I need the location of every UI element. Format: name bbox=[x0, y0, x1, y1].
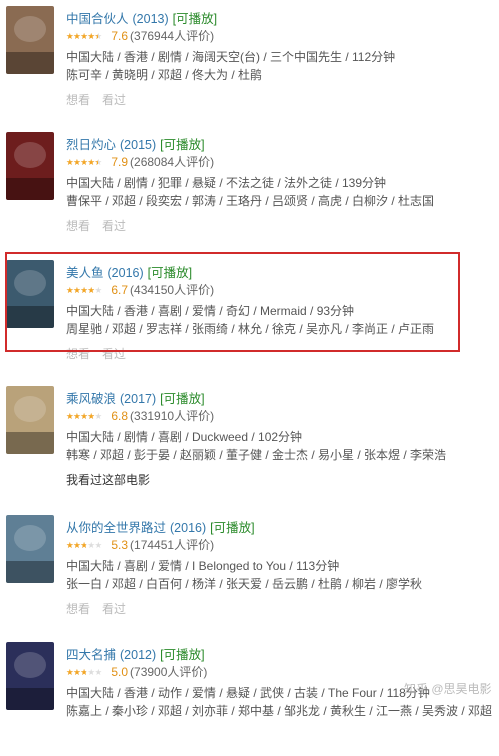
movie-actions: 想看 看过 bbox=[66, 217, 138, 234]
rating-score: 6.8 bbox=[111, 409, 129, 423]
poster-band bbox=[6, 432, 54, 454]
poster-shine bbox=[14, 16, 46, 42]
poster-shine bbox=[14, 525, 46, 551]
stars-filled: ★★★★★ bbox=[66, 156, 98, 167]
movie-title-link[interactable]: 中国合伙人 bbox=[66, 12, 129, 26]
poster-band bbox=[6, 688, 54, 710]
rating-row: ★★★★★ ★★★★★ 5.0(73900人评价) bbox=[66, 663, 207, 680]
movie-meta-line2: 陈嘉上 / 秦小珍 / 邓超 / 刘亦菲 / 郑中基 / 邹兆龙 / 黄秋生 /… bbox=[66, 704, 493, 718]
want-to-watch-link[interactable]: 想看 bbox=[66, 219, 90, 233]
movie-poster[interactable] bbox=[6, 6, 54, 74]
rating-stars: ★★★★★ ★★★★★ bbox=[66, 410, 106, 422]
movie-title-link[interactable]: 从你的全世界路过 bbox=[66, 521, 166, 535]
playable-badge[interactable]: [可播放] bbox=[160, 648, 204, 662]
poster-shine bbox=[14, 652, 46, 678]
movie-meta-line2: 张一白 / 邓超 / 白百何 / 杨洋 / 张天爱 / 岳云鹏 / 杜鹃 / 柳… bbox=[66, 577, 423, 591]
rating-score: 7.6 bbox=[111, 29, 129, 43]
rating-row: ★★★★★ ★★★★★ 5.3(174451人评价) bbox=[66, 536, 214, 553]
title-row: 烈日灼心 (2015) [可播放] bbox=[66, 134, 205, 153]
movie-meta-line1: 中国大陆 / 剧情 / 犯罪 / 悬疑 / 不法之徒 / 法外之徒 / 139分… bbox=[66, 176, 387, 190]
watched-link[interactable]: 看过 bbox=[102, 93, 126, 107]
movie-year: (2012) bbox=[120, 648, 157, 662]
movie-poster[interactable] bbox=[6, 132, 54, 200]
movie-year: (2017) bbox=[120, 392, 157, 406]
rating-count: (73900人评价) bbox=[130, 665, 208, 679]
want-to-watch-link[interactable]: 想看 bbox=[66, 93, 90, 107]
rating-stars: ★★★★★ ★★★★★ bbox=[66, 539, 106, 551]
movie-item: 烈日灼心 (2015)[可播放] ★★★★★ ★★★★★ 7.9(268084人评… bbox=[0, 126, 499, 246]
rating-count: (331910人评价) bbox=[130, 409, 215, 423]
movie-meta-line2: 陈可辛 / 黄晓明 / 邓超 / 佟大为 / 杜鹃 bbox=[66, 68, 263, 82]
movie-year: (2015) bbox=[120, 138, 157, 152]
rating-count: (268084人评价) bbox=[130, 155, 215, 169]
watermark: 知乎 @思昊电影 bbox=[404, 682, 492, 696]
movie-actions: 想看 看过 bbox=[66, 600, 138, 617]
watched-link[interactable]: 看过 bbox=[102, 602, 126, 616]
rating-count: (174451人评价) bbox=[130, 538, 215, 552]
playable-badge[interactable]: [可播放] bbox=[210, 521, 254, 535]
title-row: 从你的全世界路过 (2016) [可播放] bbox=[66, 517, 255, 536]
movie-meta-line1: 中国大陆 / 香港 / 剧情 / 海阔天空(台) / 三个中国先生 / 112分… bbox=[66, 50, 396, 64]
stars-filled: ★★★★★ bbox=[66, 666, 86, 677]
rating-count: (376944人评价) bbox=[130, 29, 215, 43]
movie-year: (2016) bbox=[170, 521, 207, 535]
title-row: 中国合伙人 (2013) [可播放] bbox=[66, 8, 217, 27]
want-to-watch-link[interactable]: 想看 bbox=[66, 602, 90, 616]
rating-row: ★★★★★ ★★★★★ 7.9(268084人评价) bbox=[66, 153, 214, 170]
movie-meta-line2: 曹保平 / 邓超 / 段奕宏 / 郭涛 / 王珞丹 / 吕颂贤 / 高虎 / 白… bbox=[66, 194, 435, 208]
movie-item: 乘风破浪 (2017)[可播放] ★★★★★ ★★★★★ 6.8(331910人评… bbox=[0, 380, 499, 500]
stars-filled: ★★★★★ bbox=[66, 539, 86, 550]
movie-title-link[interactable]: 四大名捕 bbox=[66, 648, 116, 662]
movie-poster[interactable] bbox=[6, 386, 54, 454]
movie-meta-line2: 韩寒 / 邓超 / 彭于晏 / 赵丽颖 / 董子健 / 金士杰 / 易小星 / … bbox=[66, 448, 447, 462]
movie-actions: 想看 看过 bbox=[66, 91, 138, 108]
movie-item: 从你的全世界路过 (2016)[可播放] ★★★★★ ★★★★★ 5.3(1744… bbox=[0, 509, 499, 629]
title-row: 乘风破浪 (2017) [可播放] bbox=[66, 388, 205, 407]
movie-meta-line1: 中国大陆 / 剧情 / 喜剧 / Duckweed / 102分钟 bbox=[66, 430, 303, 444]
seen-note: 我看过这部电影 bbox=[66, 473, 151, 487]
rating-stars: ★★★★★ ★★★★★ bbox=[66, 666, 106, 678]
movie-poster[interactable] bbox=[6, 642, 54, 710]
highlight-box bbox=[5, 252, 460, 352]
movie-title-link[interactable]: 烈日灼心 bbox=[66, 138, 116, 152]
rating-stars: ★★★★★ ★★★★★ bbox=[66, 30, 106, 42]
rating-score: 7.9 bbox=[111, 155, 129, 169]
stars-filled: ★★★★★ bbox=[66, 410, 94, 421]
playable-badge[interactable]: [可播放] bbox=[160, 138, 204, 152]
playable-badge[interactable]: [可播放] bbox=[173, 12, 217, 26]
movie-year: (2013) bbox=[132, 12, 169, 26]
rating-stars: ★★★★★ ★★★★★ bbox=[66, 156, 106, 168]
poster-shine bbox=[14, 396, 46, 422]
poster-band bbox=[6, 178, 54, 200]
movie-poster[interactable] bbox=[6, 515, 54, 583]
movie-meta-line1: 中国大陆 / 喜剧 / 爱情 / I Belonged to You / 113… bbox=[66, 559, 340, 573]
stars-filled: ★★★★★ bbox=[66, 30, 98, 41]
rating-score: 5.0 bbox=[111, 665, 129, 679]
poster-shine bbox=[14, 142, 46, 168]
playable-badge[interactable]: [可播放] bbox=[160, 392, 204, 406]
rating-row: ★★★★★ ★★★★★ 7.6(376944人评价) bbox=[66, 27, 214, 44]
poster-band bbox=[6, 561, 54, 583]
movie-item: 中国合伙人(2013) [可播放] ★★★★★ ★★★★★ 7.6(376944人… bbox=[0, 0, 499, 120]
watched-link[interactable]: 看过 bbox=[102, 219, 126, 233]
rating-score: 5.3 bbox=[111, 538, 129, 552]
rating-row: ★★★★★ ★★★★★ 6.8(331910人评价) bbox=[66, 407, 214, 424]
title-row: 四大名捕 (2012) [可播放] bbox=[66, 644, 205, 663]
poster-band bbox=[6, 52, 54, 74]
movie-title-link[interactable]: 乘风破浪 bbox=[66, 392, 116, 406]
